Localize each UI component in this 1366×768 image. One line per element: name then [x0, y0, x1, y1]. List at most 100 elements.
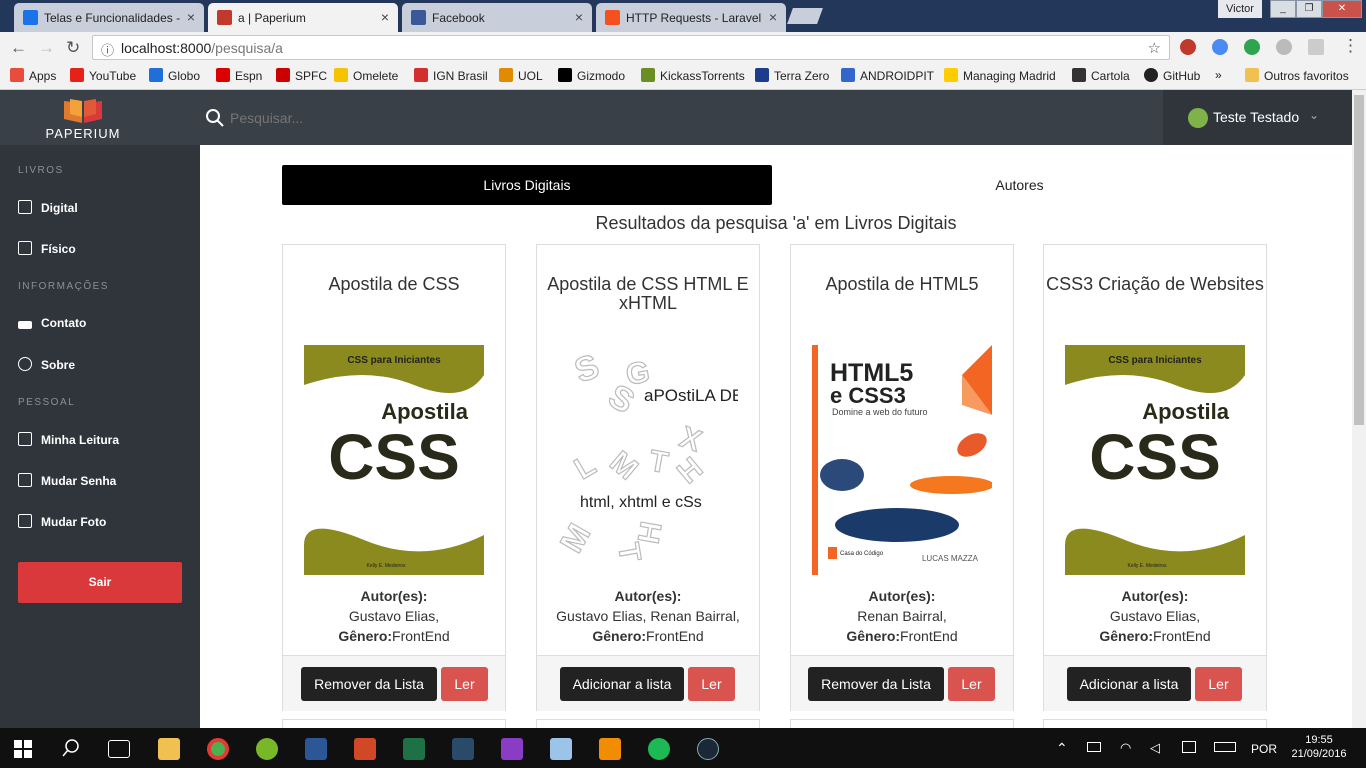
- powerpoint-icon[interactable]: [354, 738, 376, 760]
- bookmark-cartola[interactable]: Cartola: [1072, 68, 1130, 83]
- virtualbox-icon[interactable]: [550, 738, 572, 760]
- book-cover[interactable]: S S G X L M T H M T H aPOstiLA DE html, …: [558, 345, 738, 575]
- cast-icon[interactable]: [1308, 39, 1324, 55]
- sidebar-item-sobre[interactable]: Sobre: [18, 357, 75, 372]
- bookmark-ign[interactable]: IGN Brasil: [414, 68, 488, 83]
- sidebar-item-mudar-senha[interactable]: Mudar Senha: [18, 473, 116, 488]
- read-button[interactable]: Ler: [1195, 667, 1242, 701]
- scrollbar-thumb[interactable]: [1354, 95, 1364, 425]
- read-button[interactable]: Ler: [688, 667, 735, 701]
- bookmark-youtube[interactable]: YouTube: [70, 68, 136, 83]
- bookmark-omelete[interactable]: Omelete: [334, 68, 398, 83]
- chevron-down-icon: ⌄: [1309, 108, 1320, 122]
- steam-icon[interactable]: [697, 738, 719, 760]
- page-scrollbar[interactable]: [1352, 90, 1366, 728]
- browser-tab-telas[interactable]: Telas e Funcionalidades - ×: [14, 3, 204, 32]
- close-icon[interactable]: ×: [381, 9, 389, 25]
- browser-tab-laravel[interactable]: HTTP Requests - Laravel ×: [596, 3, 786, 32]
- remove-from-list-button[interactable]: Remover da Lista: [808, 667, 944, 701]
- file-explorer-icon[interactable]: [158, 738, 180, 760]
- tab-livros-digitais[interactable]: Livros Digitais: [282, 165, 772, 205]
- bookmark-managing-madrid[interactable]: Managing Madrid: [944, 68, 1056, 83]
- sidebar-item-digital[interactable]: Digital: [18, 200, 78, 215]
- tab-autores[interactable]: Autores: [772, 165, 1267, 205]
- extension-m-icon[interactable]: [1276, 39, 1292, 55]
- bookmark-androidpit[interactable]: ANDROIDPIT: [841, 68, 934, 83]
- browser-tab-facebook[interactable]: Facebook ×: [402, 3, 592, 32]
- window-close-icon[interactable]: ✕: [1322, 0, 1362, 18]
- browser-tab-paperium[interactable]: a | Paperium ×: [208, 3, 398, 32]
- read-button[interactable]: Ler: [441, 667, 488, 701]
- profile-button[interactable]: Victor: [1218, 0, 1262, 18]
- vlc-icon[interactable]: [599, 738, 621, 760]
- remove-from-list-button[interactable]: Remover da Lista: [301, 667, 437, 701]
- spotify-icon[interactable]: [648, 738, 670, 760]
- close-icon[interactable]: ×: [769, 9, 777, 25]
- forward-icon[interactable]: →: [38, 38, 55, 58]
- utorrent-icon[interactable]: [256, 738, 278, 760]
- word-icon[interactable]: [305, 738, 327, 760]
- more-bookmarks-button[interactable]: »: [1215, 68, 1222, 82]
- add-to-list-button[interactable]: Adicionar a lista: [1067, 667, 1191, 701]
- maximize-icon[interactable]: ❐: [1296, 0, 1322, 18]
- bookmark-spfc[interactable]: SPFC: [276, 68, 327, 83]
- bookmark-apps[interactable]: Apps: [10, 68, 56, 83]
- extension-icon[interactable]: [1244, 39, 1260, 55]
- drive-icon: [23, 10, 38, 25]
- bookmark-uol[interactable]: UOL: [499, 68, 543, 83]
- adblock-icon[interactable]: [1180, 39, 1196, 55]
- book-cover[interactable]: HTML5 e CSS3 Domine a web do futuro Casa…: [812, 345, 992, 575]
- close-icon[interactable]: ×: [187, 9, 195, 25]
- clock-time: 19:55: [1305, 734, 1333, 746]
- bookmark-gizmodo[interactable]: Gizmodo: [558, 68, 625, 83]
- bookmark-star-icon[interactable]: ☆: [1148, 39, 1161, 57]
- bookmark-kickass[interactable]: KickassTorrents: [641, 68, 745, 83]
- chrome-icon[interactable]: [207, 738, 229, 760]
- minimize-icon[interactable]: _: [1270, 0, 1296, 18]
- card-footer: Adicionar a lista Ler: [537, 655, 759, 711]
- bookmark-globo[interactable]: Globo: [149, 68, 200, 83]
- new-tab-button[interactable]: [787, 8, 823, 24]
- logo[interactable]: PAPERIUM: [0, 90, 194, 145]
- sidebar-item-contato[interactable]: Contato: [18, 316, 86, 330]
- user-menu[interactable]: Teste Testado ⌄: [1163, 90, 1352, 145]
- mysql-workbench-icon[interactable]: [452, 738, 474, 760]
- volume-icon[interactable]: ◁: [1150, 740, 1160, 756]
- language-indicator[interactable]: POR: [1251, 742, 1277, 756]
- phpstorm-icon[interactable]: [501, 738, 523, 760]
- windows-start-icon[interactable]: [14, 740, 32, 758]
- excel-icon[interactable]: [403, 738, 425, 760]
- logout-button[interactable]: Sair: [18, 562, 182, 603]
- read-button[interactable]: Ler: [948, 667, 995, 701]
- author-value: Renan Bairral,: [857, 608, 947, 624]
- bookmark-github[interactable]: GitHub: [1144, 68, 1200, 83]
- tray-chevron-icon[interactable]: ⌃: [1056, 740, 1068, 757]
- search-input[interactable]: [230, 105, 830, 131]
- task-view-icon[interactable]: [108, 740, 130, 758]
- bookmark-terra-zero[interactable]: Terra Zero: [755, 68, 829, 83]
- search-icon[interactable]: [62, 739, 80, 757]
- sidebar-item-fisico[interactable]: Físico: [18, 241, 76, 256]
- book-cover[interactable]: CSS para Iniciantes Apostila CSS Kelly E…: [1065, 345, 1245, 575]
- wifi-icon[interactable]: ◠: [1120, 740, 1131, 756]
- address-bar[interactable]: ⓘ localhost:8000/pesquisa/a ☆: [92, 35, 1170, 60]
- other-bookmarks[interactable]: Outros favoritos: [1245, 68, 1349, 83]
- reload-icon[interactable]: ↻: [66, 38, 80, 58]
- bookmark-label: KickassTorrents: [660, 69, 745, 83]
- sidebar-item-minha-leitura[interactable]: Minha Leitura: [18, 432, 119, 447]
- close-icon[interactable]: ×: [575, 9, 583, 25]
- menu-icon[interactable]: ⋮: [1342, 36, 1359, 56]
- clock[interactable]: 19:55 21/09/2016: [1288, 733, 1350, 761]
- sidebar-item-mudar-foto[interactable]: Mudar Foto: [18, 514, 106, 529]
- info-circle-icon: [18, 357, 32, 371]
- book-cover[interactable]: CSS para Iniciantes Apostila CSS Kelly E…: [304, 345, 484, 575]
- bookmark-espn[interactable]: Espn: [216, 68, 262, 83]
- translate-icon[interactable]: [1212, 39, 1228, 55]
- card-footer: Remover da Lista Ler: [283, 655, 505, 711]
- folder-icon: [1245, 68, 1259, 82]
- back-icon[interactable]: ←: [10, 38, 27, 58]
- battery-icon[interactable]: [1087, 742, 1101, 752]
- add-to-list-button[interactable]: Adicionar a lista: [560, 667, 684, 701]
- notification-icon[interactable]: [1182, 741, 1196, 753]
- keyboard-icon[interactable]: [1214, 742, 1236, 752]
